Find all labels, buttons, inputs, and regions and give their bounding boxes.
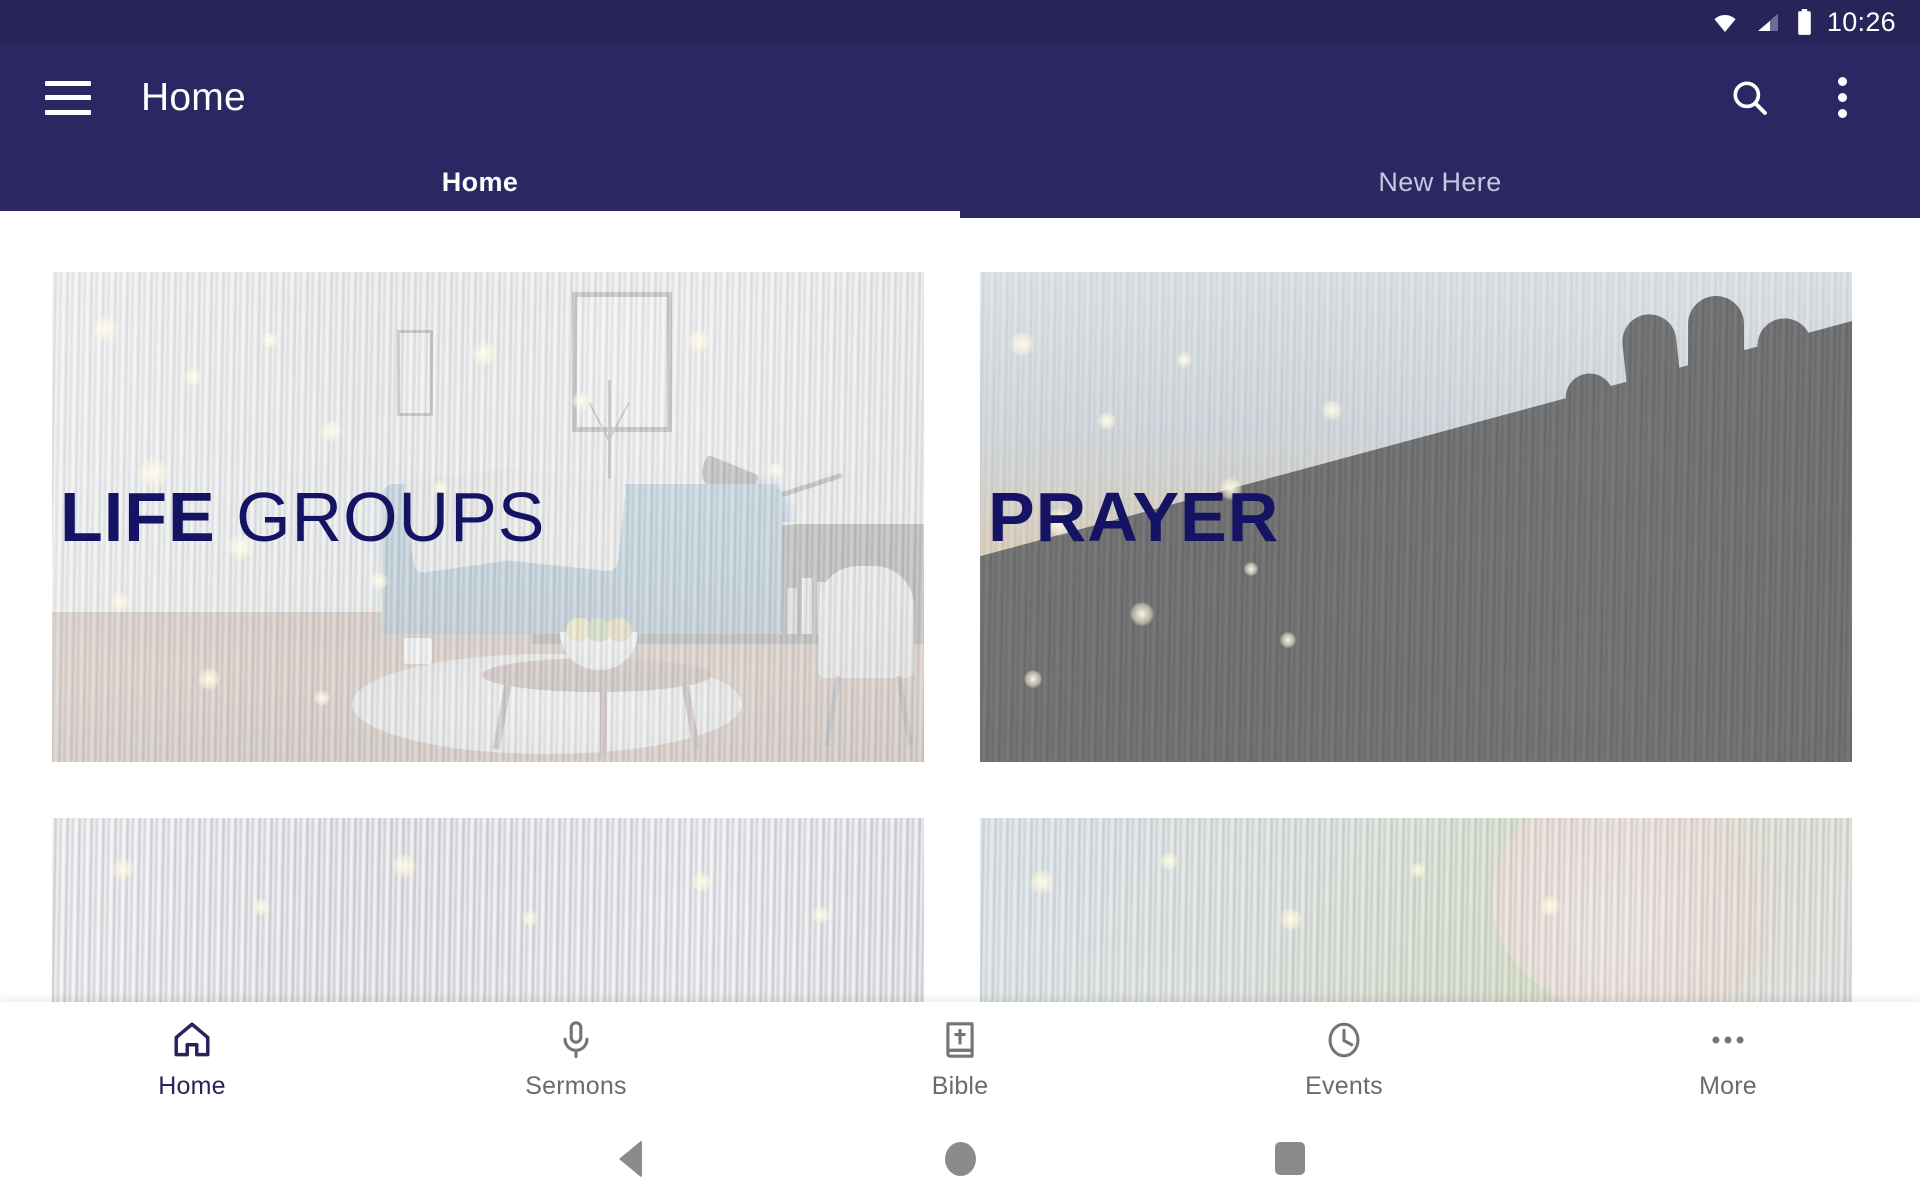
tab-bar: Home New Here <box>0 150 1920 218</box>
tab-home[interactable]: Home <box>0 150 960 218</box>
nav-label-sermons: Sermons <box>525 1072 627 1100</box>
card-row: LIFE GROUPS PRAYER <box>52 272 1868 762</box>
page-title: Home <box>141 75 246 119</box>
status-bar-clock: 10:26 <box>1826 7 1896 37</box>
card-prayer[interactable]: PRAYER <box>980 272 1852 762</box>
wifi-icon <box>1710 11 1740 35</box>
microphone-icon <box>554 1018 598 1062</box>
battery-icon <box>1796 9 1813 36</box>
app-bar: Home <box>0 45 1920 150</box>
nav-item-home[interactable]: Home <box>0 1002 384 1117</box>
overflow-dots <box>1837 77 1847 118</box>
status-bar: 10:26 <box>0 0 1920 45</box>
nav-item-more[interactable]: More <box>1536 1002 1920 1117</box>
back-triangle-icon[interactable] <box>465 1139 795 1178</box>
nav-item-events[interactable]: Events <box>1152 1002 1536 1117</box>
card-list[interactable]: LIFE GROUPS PRAYER <box>0 218 1920 1002</box>
recents-square-icon[interactable] <box>1125 1142 1455 1175</box>
system-navigation-bar <box>0 1117 1920 1200</box>
search-icon[interactable] <box>1714 62 1786 134</box>
tab-new-here[interactable]: New Here <box>960 150 1920 218</box>
nav-item-sermons[interactable]: Sermons <box>384 1002 768 1117</box>
card-title-word-1: LIFE <box>60 478 216 556</box>
nav-label-more: More <box>1699 1072 1757 1100</box>
bottom-navigation: Home Sermons Bible Events More <box>0 1002 1920 1117</box>
app-bar-actions <box>1714 62 1920 134</box>
card-grid: LIFE GROUPS PRAYER <box>0 218 1920 1002</box>
bible-book-icon <box>938 1018 982 1062</box>
card-life-groups[interactable]: LIFE GROUPS <box>52 272 924 762</box>
card-title-word-1: PRAYER <box>988 478 1280 556</box>
house-icon <box>170 1018 214 1062</box>
sparkle-overlay <box>980 818 1852 1002</box>
sparkle-overlay <box>52 818 924 1002</box>
nav-item-bible[interactable]: Bible <box>768 1002 1152 1117</box>
clock-icon <box>1322 1018 1366 1062</box>
card-title-word-2: GROUPS <box>215 478 546 556</box>
card-fourth[interactable] <box>980 818 1852 1002</box>
tab-active-indicator <box>0 211 960 218</box>
card-row <box>52 818 1868 1002</box>
overflow-menu-icon[interactable] <box>1806 62 1878 134</box>
app-screen: 10:26 Home Home New Here LIFE GROUPS PRA… <box>0 0 1920 1200</box>
card-third[interactable] <box>52 818 924 1002</box>
home-circle-icon[interactable] <box>795 1141 1125 1176</box>
cellular-signal-icon <box>1754 11 1782 35</box>
nav-label-home: Home <box>158 1072 226 1100</box>
nav-label-bible: Bible <box>931 1072 989 1100</box>
nav-label-events: Events <box>1305 1072 1383 1100</box>
card-title-life-groups: LIFE GROUPS <box>60 482 545 552</box>
hamburger-menu-icon[interactable] <box>45 80 91 115</box>
card-title-prayer: PRAYER <box>988 482 1279 552</box>
ellipsis-icon <box>1706 1018 1750 1062</box>
